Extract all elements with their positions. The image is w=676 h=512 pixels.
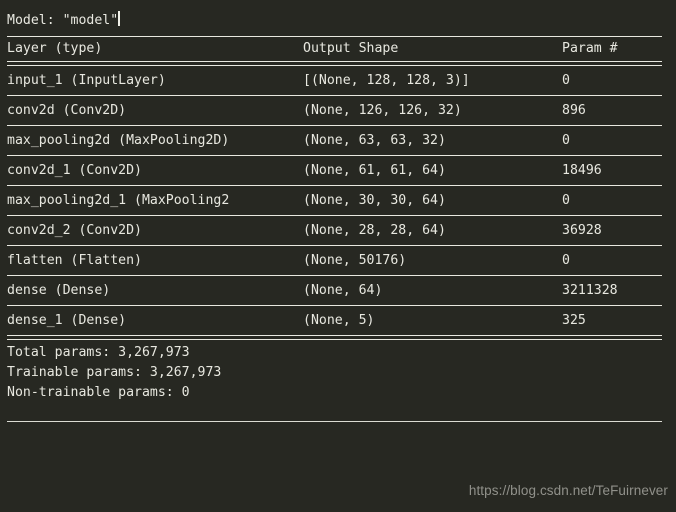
table-row: conv2d (Conv2D) (None, 126, 126, 32) 896 <box>0 96 676 125</box>
cell-param: 3211328 <box>562 283 618 298</box>
table-header-row: Layer (type) Output Shape Param # <box>0 37 676 61</box>
cell-param: 325 <box>562 313 586 328</box>
table-row: dense_1 (Dense) (None, 5) 325 <box>0 306 676 335</box>
cell-param: 0 <box>562 193 570 208</box>
cell-param: 36928 <box>562 223 602 238</box>
cell-output-shape: (None, 63, 63, 32) <box>303 133 446 148</box>
table-row: conv2d_1 (Conv2D) (None, 61, 61, 64) 184… <box>0 156 676 185</box>
cell-output-shape: (None, 126, 126, 32) <box>303 103 462 118</box>
cell-output-shape: (None, 30, 30, 64) <box>303 193 446 208</box>
cell-layer: flatten (Flatten) <box>7 253 142 268</box>
model-title-line: Model: "model" <box>0 6 676 36</box>
column-header-param: Param # <box>562 41 618 56</box>
cell-layer: input_1 (InputLayer) <box>7 73 166 88</box>
totals-block: Total params: 3,267,973 Trainable params… <box>0 340 676 403</box>
table-row: conv2d_2 (Conv2D) (None, 28, 28, 64) 369… <box>0 216 676 245</box>
cell-output-shape: (None, 5) <box>303 313 375 328</box>
non-trainable-params: Non-trainable params: 0 <box>7 385 190 400</box>
table-row: dense (Dense) (None, 64) 3211328 <box>0 276 676 305</box>
cell-output-shape: (None, 64) <box>303 283 383 298</box>
cell-layer: conv2d_2 (Conv2D) <box>7 223 142 238</box>
model-title: Model: "model" <box>7 13 119 28</box>
cell-layer: max_pooling2d (MaxPooling2D) <box>7 133 230 148</box>
table-row: input_1 (InputLayer) [(None, 128, 128, 3… <box>0 66 676 95</box>
cell-layer: dense_1 (Dense) <box>7 313 127 328</box>
table-row: max_pooling2d_1 (MaxPooling2 (None, 30, … <box>0 186 676 215</box>
table-bottom-double-rule <box>7 335 662 340</box>
total-params: Total params: 3,267,973 <box>7 345 190 360</box>
terminal-window: Model: "model" Layer (type) Output Shape… <box>0 0 676 512</box>
table-row: flatten (Flatten) (None, 50176) 0 <box>0 246 676 275</box>
cell-output-shape: [(None, 128, 128, 3)] <box>303 73 470 88</box>
table-row: max_pooling2d (MaxPooling2D) (None, 63, … <box>0 126 676 155</box>
cell-param: 18496 <box>562 163 602 178</box>
cell-param: 0 <box>562 253 570 268</box>
cell-param: 0 <box>562 73 570 88</box>
cell-output-shape: (None, 61, 61, 64) <box>303 163 446 178</box>
cell-param: 0 <box>562 133 570 148</box>
cell-layer: max_pooling2d_1 (MaxPooling2 <box>7 193 230 208</box>
cell-param: 896 <box>562 103 586 118</box>
cell-output-shape: (None, 28, 28, 64) <box>303 223 446 238</box>
cell-layer: conv2d_1 (Conv2D) <box>7 163 142 178</box>
cell-output-shape: (None, 50176) <box>303 253 407 268</box>
trainable-params: Trainable params: 3,267,973 <box>7 365 222 380</box>
text-cursor <box>118 11 121 26</box>
column-header-layer: Layer (type) <box>7 41 103 56</box>
footer-rule <box>7 421 662 422</box>
cell-layer: conv2d (Conv2D) <box>7 103 127 118</box>
cell-layer: dense (Dense) <box>7 283 111 298</box>
watermark-url: https://blog.csdn.net/TeFuirnever <box>468 483 668 498</box>
column-header-output-shape: Output Shape <box>303 41 399 56</box>
